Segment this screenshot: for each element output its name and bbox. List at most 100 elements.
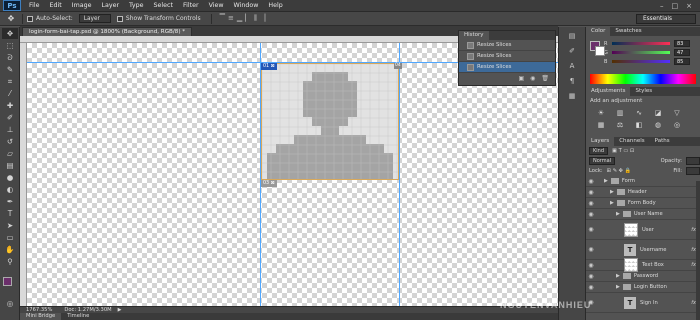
lock-icons[interactable]: ⊞ ✎ ✥ 🔒 — [607, 168, 631, 174]
photo-filter-icon[interactable]: ◍ — [651, 121, 665, 130]
expand-arrow-icon[interactable]: ▶ — [616, 284, 620, 290]
layer-row[interactable]: ◉ Text Box fx — [586, 258, 700, 272]
shape-tool-icon[interactable]: ▭ — [2, 232, 18, 243]
new-document-icon[interactable]: ▣ — [518, 75, 524, 82]
tab-swatches[interactable]: Swatches — [610, 27, 646, 36]
menu-edit[interactable]: Edit — [45, 2, 67, 9]
vibrance-icon[interactable]: ▽ — [670, 109, 684, 118]
menu-filter[interactable]: Filter — [178, 2, 204, 9]
layer-row[interactable]: ◉ ▶ Form Body — [586, 198, 700, 209]
blur-tool-icon[interactable]: ● — [2, 172, 18, 183]
exposure-icon[interactable]: ◪ — [651, 109, 665, 118]
history-panel-icon[interactable]: ▤ — [562, 30, 582, 42]
minimize-button[interactable]: – — [660, 2, 664, 10]
background-color-swatch[interactable] — [595, 46, 605, 56]
transform-controls-checkbox[interactable]: Show Transform Controls — [116, 15, 201, 22]
type-tool-icon[interactable]: T — [2, 208, 18, 219]
checkbox-icon[interactable] — [27, 15, 33, 22]
quick-select-tool-icon[interactable]: ✎ — [2, 64, 18, 75]
visibility-eye-icon[interactable]: ◉ — [586, 189, 596, 196]
opacity-input[interactable] — [686, 157, 700, 165]
brush-tool-icon[interactable]: ✐ — [2, 112, 18, 123]
hand-tool-icon[interactable]: ✋ — [2, 244, 18, 255]
align-bottom-icon[interactable]: ▁ — [237, 14, 242, 23]
blue-value[interactable]: 85 — [674, 58, 690, 65]
black-white-icon[interactable]: ◧ — [632, 121, 646, 130]
align-center-icon[interactable]: ⫼ — [254, 14, 257, 23]
move-tool-icon[interactable]: ✥ — [2, 28, 18, 39]
color-spectrum[interactable] — [590, 74, 696, 84]
align-top-icon[interactable]: ▔ — [220, 14, 225, 23]
brush-panel-icon[interactable]: ✐ — [562, 45, 582, 57]
checkbox-icon[interactable] — [116, 15, 123, 22]
maximize-button[interactable]: □ — [672, 2, 679, 10]
layer-row[interactable]: ◉ User fx — [586, 220, 700, 240]
eyedropper-tool-icon[interactable]: ⁄ — [2, 88, 18, 99]
menu-image[interactable]: Image — [67, 2, 97, 9]
tab-channels[interactable]: Channels — [614, 137, 649, 146]
layer-row[interactable]: ◉ ▶ Form — [586, 176, 700, 187]
history-state[interactable]: Resize Slices — [459, 51, 555, 62]
align-middle-icon[interactable]: ≡ — [228, 14, 234, 23]
tab-timeline[interactable]: Timeline — [61, 313, 95, 320]
layer-row[interactable]: ◉ ▶ User Name — [586, 209, 700, 220]
layer-kind-filter[interactable]: Kind — [589, 147, 609, 155]
dodge-tool-icon[interactable]: ◐ — [2, 184, 18, 195]
green-slider[interactable]: G 47 — [604, 48, 700, 57]
character-panel-icon[interactable]: A — [562, 60, 582, 72]
layer-row[interactable]: ◉ T Sign In fx — [586, 293, 700, 313]
tab-styles[interactable]: Styles — [630, 87, 657, 96]
clone-stamp-icon[interactable]: ⊥ — [2, 124, 18, 135]
expand-arrow-icon[interactable]: ▶ — [610, 189, 614, 195]
path-select-icon[interactable]: ➤ — [2, 220, 18, 231]
history-brush-icon[interactable]: ↺ — [2, 136, 18, 147]
slice-label[interactable]: 03 ⊠ — [261, 180, 277, 187]
foreground-color-swatch[interactable] — [3, 277, 12, 286]
tab-layers[interactable]: Layers — [586, 137, 615, 146]
guide-line[interactable] — [399, 43, 400, 306]
marquee-tool-icon[interactable]: ⬚ — [2, 40, 18, 51]
pen-tool-icon[interactable]: ✒ — [2, 196, 18, 207]
expand-arrow-icon[interactable]: ▶ — [616, 211, 620, 217]
visibility-eye-icon[interactable]: ◉ — [586, 226, 596, 233]
layer-row[interactable]: ◉ T Username fx — [586, 240, 700, 260]
move-tool-icon[interactable]: ✥ — [4, 14, 18, 24]
menu-help[interactable]: Help — [263, 2, 287, 9]
layer-row[interactable]: ◉ ▶ Header — [586, 187, 700, 198]
tab-paths[interactable]: Paths — [650, 137, 675, 146]
workspace-dropdown[interactable]: Essentials — [636, 14, 696, 24]
brightness-icon[interactable]: ☀ — [594, 109, 608, 118]
lasso-tool-icon[interactable]: ᘐ — [2, 52, 18, 63]
slice-label[interactable]: 04 — [394, 63, 402, 69]
eraser-tool-icon[interactable]: ▱ — [2, 148, 18, 159]
healing-brush-icon[interactable]: ✚ — [2, 100, 18, 111]
green-value[interactable]: 47 — [674, 49, 690, 56]
red-value[interactable]: 83 — [674, 40, 690, 47]
layer-comps-icon[interactable]: ▦ — [562, 90, 582, 102]
gradient-tool-icon[interactable]: ▤ — [2, 160, 18, 171]
tab-color[interactable]: Color — [586, 27, 611, 36]
expand-arrow-icon[interactable]: ▶ — [616, 273, 620, 279]
trash-icon[interactable]: 🗑 — [541, 75, 549, 82]
align-left-icon[interactable]: ▏ — [245, 14, 250, 23]
visibility-eye-icon[interactable]: ◉ — [586, 211, 596, 218]
visibility-eye-icon[interactable]: ◉ — [586, 246, 596, 253]
visibility-eye-icon[interactable]: ◉ — [586, 178, 596, 185]
blue-track[interactable] — [612, 60, 670, 63]
visibility-eye-icon[interactable]: ◉ — [586, 284, 596, 291]
tab-history[interactable]: History — [459, 31, 489, 40]
blue-slider[interactable]: B 85 — [604, 57, 700, 66]
auto-select-dropdown[interactable]: Layer — [78, 14, 111, 23]
menu-file[interactable]: File — [24, 2, 45, 9]
auto-select-checkbox[interactable]: Auto-Select: — [27, 15, 73, 22]
camera-icon[interactable]: ◉ — [530, 75, 535, 82]
curves-icon[interactable]: ∿ — [632, 109, 646, 118]
expand-arrow-icon[interactable]: ▶ — [610, 200, 614, 206]
blend-mode-dropdown[interactable]: Normal — [589, 157, 616, 165]
green-track[interactable] — [612, 51, 670, 54]
menu-view[interactable]: View — [204, 2, 229, 9]
visibility-eye-icon[interactable]: ◉ — [586, 262, 596, 269]
history-state[interactable]: Resize Slices — [459, 40, 555, 51]
menu-window[interactable]: Window — [229, 2, 264, 9]
hue-saturation-icon[interactable]: ▦ — [594, 121, 608, 130]
